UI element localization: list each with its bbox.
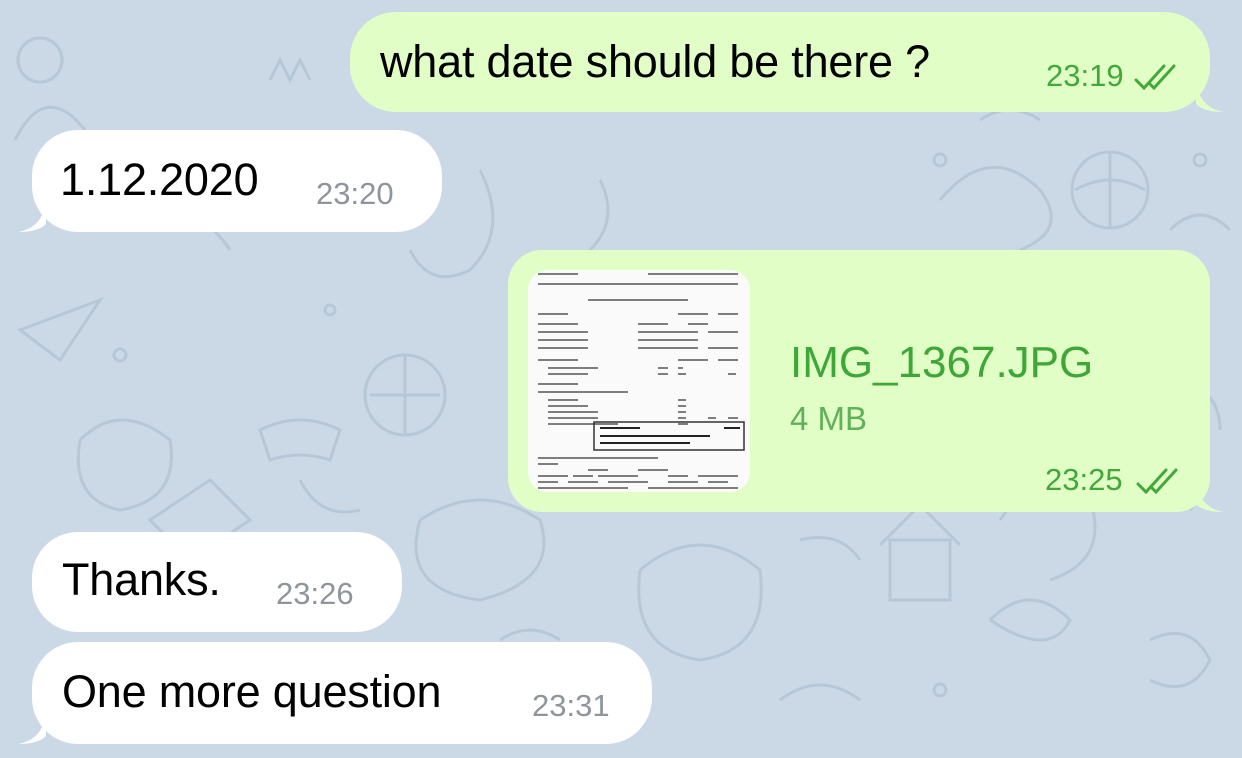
bubble-tail bbox=[18, 714, 46, 744]
bubble-tail bbox=[1196, 482, 1224, 512]
message-time: 23:25 bbox=[1045, 462, 1123, 497]
message-bubble-incoming[interactable]: One more question 23:31 bbox=[18, 642, 652, 744]
document-preview-image bbox=[528, 270, 750, 492]
message-time: 23:26 bbox=[276, 576, 354, 611]
message-bubble-outgoing[interactable]: what date should be there ? 23:19 bbox=[350, 12, 1224, 112]
message-time: 23:20 bbox=[316, 176, 394, 211]
message-bubble-incoming[interactable]: 1.12.2020 23:20 bbox=[18, 130, 442, 232]
image-thumbnail[interactable] bbox=[528, 270, 750, 492]
message-text: 1.12.2020 bbox=[60, 154, 259, 205]
double-check-icon bbox=[1136, 468, 1178, 494]
double-check-icon bbox=[1134, 64, 1176, 90]
message-bubble-incoming[interactable]: Thanks. 23:26 bbox=[32, 532, 402, 632]
bubble-tail bbox=[18, 202, 46, 232]
file-name: IMG_1367.JPG bbox=[790, 338, 1094, 387]
message-text: what date should be there ? bbox=[380, 36, 931, 87]
file-message-bubble[interactable]: IMG_1367.JPG 4 MB 23:25 bbox=[508, 250, 1224, 512]
message-time: 23:19 bbox=[1046, 58, 1124, 93]
file-size: 4 MB bbox=[790, 400, 868, 437]
message-text: One more question bbox=[62, 666, 442, 717]
bubble-tail bbox=[1196, 82, 1224, 112]
message-time: 23:31 bbox=[532, 688, 610, 723]
message-text: Thanks. bbox=[62, 554, 221, 605]
